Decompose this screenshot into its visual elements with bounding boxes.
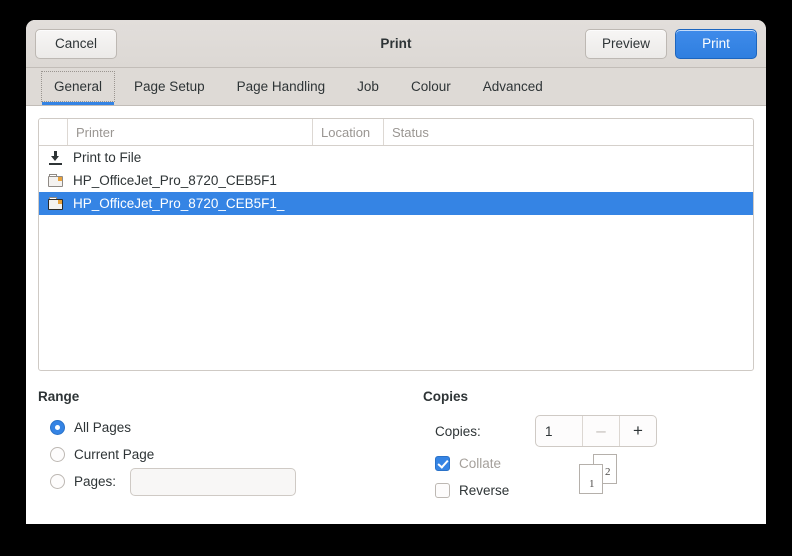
radio-label-all-pages: All Pages	[74, 420, 132, 435]
range-group: Range All Pages Current Page Pages:	[38, 389, 423, 512]
collate-preview-page-1: 1	[589, 478, 595, 490]
dialog-headerbar: Cancel Print Preview Print	[26, 20, 766, 68]
copies-increment-button[interactable]: +	[619, 416, 656, 446]
tab-page-handling[interactable]: Page Handling	[221, 68, 342, 105]
download-icon	[43, 150, 68, 165]
printer-list[interactable]: Printer Location Status Print to File HP…	[38, 118, 754, 371]
printer-icon	[43, 174, 68, 187]
radio-pages[interactable]	[50, 474, 65, 489]
column-header-status[interactable]: Status	[384, 119, 753, 145]
tab-general[interactable]: General	[38, 68, 118, 105]
radio-all-pages[interactable]	[50, 420, 65, 435]
tab-page-setup[interactable]: Page Setup	[118, 68, 221, 105]
printer-list-rows: Print to File HP_OfficeJet_Pro_8720_CEB5…	[39, 146, 753, 370]
range-option-current-page[interactable]: Current Page	[38, 441, 423, 468]
column-header-printer[interactable]: Printer	[68, 119, 313, 145]
column-header-location[interactable]: Location	[313, 119, 384, 145]
tab-job[interactable]: Job	[341, 68, 395, 105]
collate-option[interactable]: Collate	[435, 450, 565, 477]
printer-name: Print to File	[73, 150, 142, 165]
tab-colour[interactable]: Colour	[395, 68, 467, 105]
tab-bar: General Page Setup Page Handling Job Col…	[26, 68, 766, 106]
checkbox-reverse[interactable]	[435, 483, 450, 498]
collate-preview-icon: 2 1	[577, 454, 621, 496]
copies-input[interactable]	[536, 416, 582, 446]
table-row[interactable]: Print to File	[39, 146, 753, 169]
collate-preview-page-2: 2	[605, 466, 611, 478]
copies-decrement-button[interactable]: –	[582, 416, 619, 446]
checkbox-label-collate: Collate	[459, 456, 502, 471]
checkbox-label-reverse: Reverse	[459, 483, 510, 498]
collate-area: Collate Reverse 2 1	[423, 450, 754, 504]
pages-input[interactable]	[130, 467, 297, 496]
print-dialog: Cancel Print Preview Print General Page …	[26, 20, 766, 524]
printer-list-header: Printer Location Status	[39, 119, 753, 146]
printer-name: HP_OfficeJet_Pro_8720_CEB5F1_	[73, 196, 285, 211]
column-header-icon[interactable]	[39, 119, 68, 145]
copies-stepper[interactable]: – +	[535, 415, 657, 447]
table-row[interactable]: HP_OfficeJet_Pro_8720_CEB5F1	[39, 169, 753, 192]
checkbox-collate[interactable]	[435, 456, 450, 471]
cancel-button[interactable]: Cancel	[35, 28, 117, 59]
radio-label-pages: Pages:	[74, 474, 117, 489]
preview-button[interactable]: Preview	[585, 28, 667, 59]
range-option-all-pages[interactable]: All Pages	[38, 414, 423, 441]
radio-current-page[interactable]	[50, 447, 65, 462]
copies-row: Copies: – +	[423, 414, 754, 448]
table-row-selected[interactable]: HP_OfficeJet_Pro_8720_CEB5F1_	[39, 192, 753, 215]
radio-label-current-page: Current Page	[74, 447, 155, 462]
tab-advanced[interactable]: Advanced	[467, 68, 559, 105]
copies-group: Copies Copies: – + Collate	[423, 389, 754, 512]
options-area: Range All Pages Current Page Pages: Copi…	[38, 389, 754, 512]
range-option-pages[interactable]: Pages:	[38, 467, 423, 496]
copies-label: Copies:	[435, 423, 481, 439]
reverse-option[interactable]: Reverse	[435, 477, 565, 504]
printer-icon	[43, 197, 68, 210]
copies-title: Copies	[423, 389, 469, 404]
range-title: Range	[38, 389, 80, 404]
dialog-body: Printer Location Status Print to File HP…	[26, 106, 766, 524]
print-button[interactable]: Print	[675, 28, 757, 59]
printer-name: HP_OfficeJet_Pro_8720_CEB5F1	[73, 173, 277, 188]
